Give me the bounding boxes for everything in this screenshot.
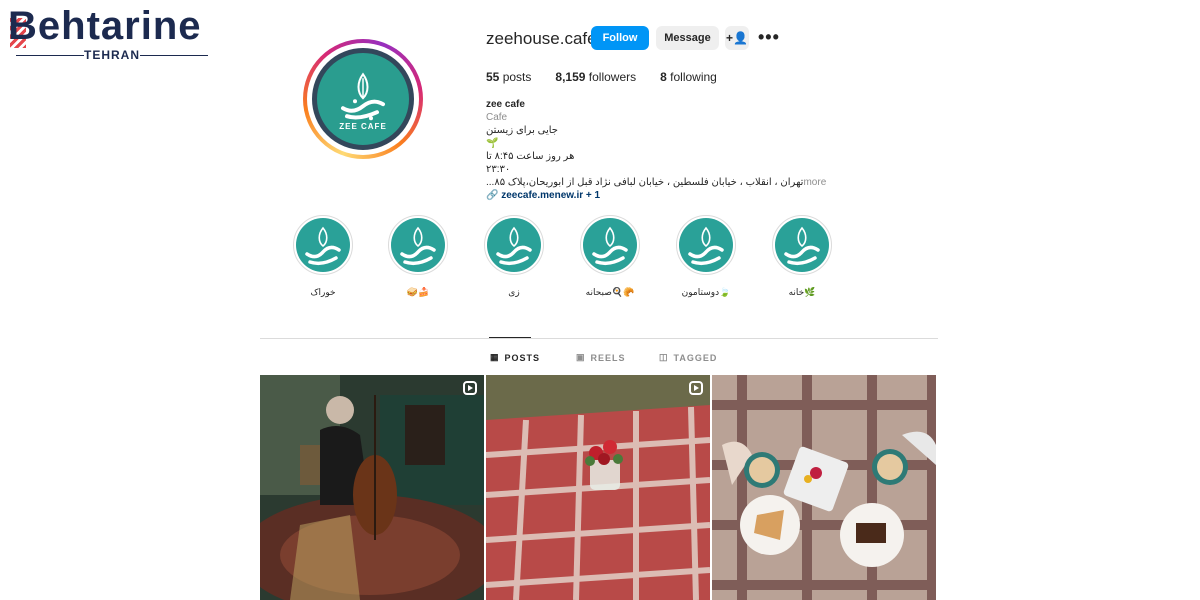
stat-followers[interactable]: 8,159 followers bbox=[555, 70, 636, 84]
post-image-table-flowers bbox=[486, 375, 710, 600]
bio-category: Cafe bbox=[486, 112, 508, 123]
watermark-logo: Behtarine TEHRAN bbox=[6, 4, 216, 64]
reel-icon bbox=[689, 381, 703, 395]
bio-line-3: تهران ، انقلاب ، خیابان فلسطین ، خیابان … bbox=[486, 177, 804, 188]
grid-icon: ▦ bbox=[490, 352, 500, 362]
follow-button[interactable]: Follow bbox=[591, 26, 649, 50]
add-user-icon[interactable]: +👤 bbox=[725, 26, 749, 50]
avatar-brand-text: ZEE CAFE bbox=[339, 122, 387, 131]
bio-website-link[interactable]: 🔗 zeecafe.menew.ir + 1 bbox=[486, 189, 846, 202]
watermark-brand: Behtarine bbox=[8, 4, 202, 48]
avatar: ZEE CAFE bbox=[312, 48, 414, 150]
highlight-label: دوستامون🍃 bbox=[681, 287, 731, 297]
tagged-icon: ◫ bbox=[659, 352, 669, 362]
profile-avatar-story-ring[interactable]: ZEE CAFE bbox=[303, 39, 423, 159]
tab-posts[interactable]: ▦ POSTS bbox=[490, 352, 540, 363]
post-thumbnail[interactable] bbox=[260, 375, 484, 600]
post-thumbnail[interactable] bbox=[712, 375, 936, 600]
tab-tagged[interactable]: ◫ TAGGED bbox=[659, 352, 717, 363]
stat-posts: 55 posts bbox=[486, 70, 532, 84]
tabs-divider bbox=[260, 338, 938, 339]
highlight-item[interactable]: دوستامون🍃 bbox=[676, 215, 736, 298]
highlight-label: زی bbox=[508, 287, 520, 297]
link-icon: 🔗 bbox=[486, 190, 499, 201]
highlight-label: 🥪🍰 bbox=[406, 287, 430, 297]
highlight-item[interactable]: صبحانه🍳🥐 bbox=[580, 215, 640, 298]
highlight-item[interactable]: 🥪🍰 bbox=[388, 215, 448, 298]
highlight-cover-icon bbox=[679, 218, 733, 272]
bio-line-1: جایی برای زیستن🌱 bbox=[486, 125, 558, 149]
stat-following[interactable]: 8 following bbox=[660, 70, 717, 84]
post-thumbnail[interactable] bbox=[486, 375, 710, 600]
watermark-city: TEHRAN bbox=[12, 48, 212, 62]
more-options-icon[interactable]: ••• bbox=[758, 27, 780, 48]
profile-bio: zee cafe Cafe جایی برای زیستن🌱 هر روز سا… bbox=[486, 98, 846, 202]
highlight-label: خانه🌿 bbox=[788, 287, 816, 297]
post-image-coffee-cake bbox=[712, 375, 936, 600]
profile-username: zeehouse.cafe bbox=[486, 29, 597, 48]
profile-stats: 55 posts 8,159 followers 8 following bbox=[486, 70, 741, 84]
reel-icon bbox=[463, 381, 477, 395]
reels-icon: ▣ bbox=[576, 352, 586, 362]
highlight-cover-icon bbox=[296, 218, 350, 272]
post-image-cellist bbox=[260, 375, 484, 600]
highlight-item[interactable]: خوراک bbox=[293, 215, 353, 298]
bio-more-link[interactable]: more bbox=[803, 176, 826, 189]
bio-name: zee cafe bbox=[486, 99, 525, 110]
highlight-cover-icon bbox=[391, 218, 445, 272]
highlight-label: صبحانه🍳🥐 bbox=[585, 287, 635, 297]
message-button[interactable]: Message bbox=[656, 26, 719, 50]
tab-reels[interactable]: ▣ REELS bbox=[576, 352, 626, 363]
highlight-item[interactable]: زی bbox=[484, 215, 544, 298]
highlight-cover-icon bbox=[775, 218, 829, 272]
highlight-cover-icon bbox=[487, 218, 541, 272]
highlight-item[interactable]: خانه🌿 bbox=[772, 215, 832, 298]
cafe-logo-icon bbox=[341, 72, 385, 121]
highlight-label: خوراک bbox=[310, 287, 336, 297]
active-tab-indicator bbox=[489, 337, 531, 338]
highlight-cover-icon bbox=[583, 218, 637, 272]
bio-line-2: هر روز ساعت ۸:۴۵ تا ۲۳:۳۰ bbox=[486, 151, 575, 175]
